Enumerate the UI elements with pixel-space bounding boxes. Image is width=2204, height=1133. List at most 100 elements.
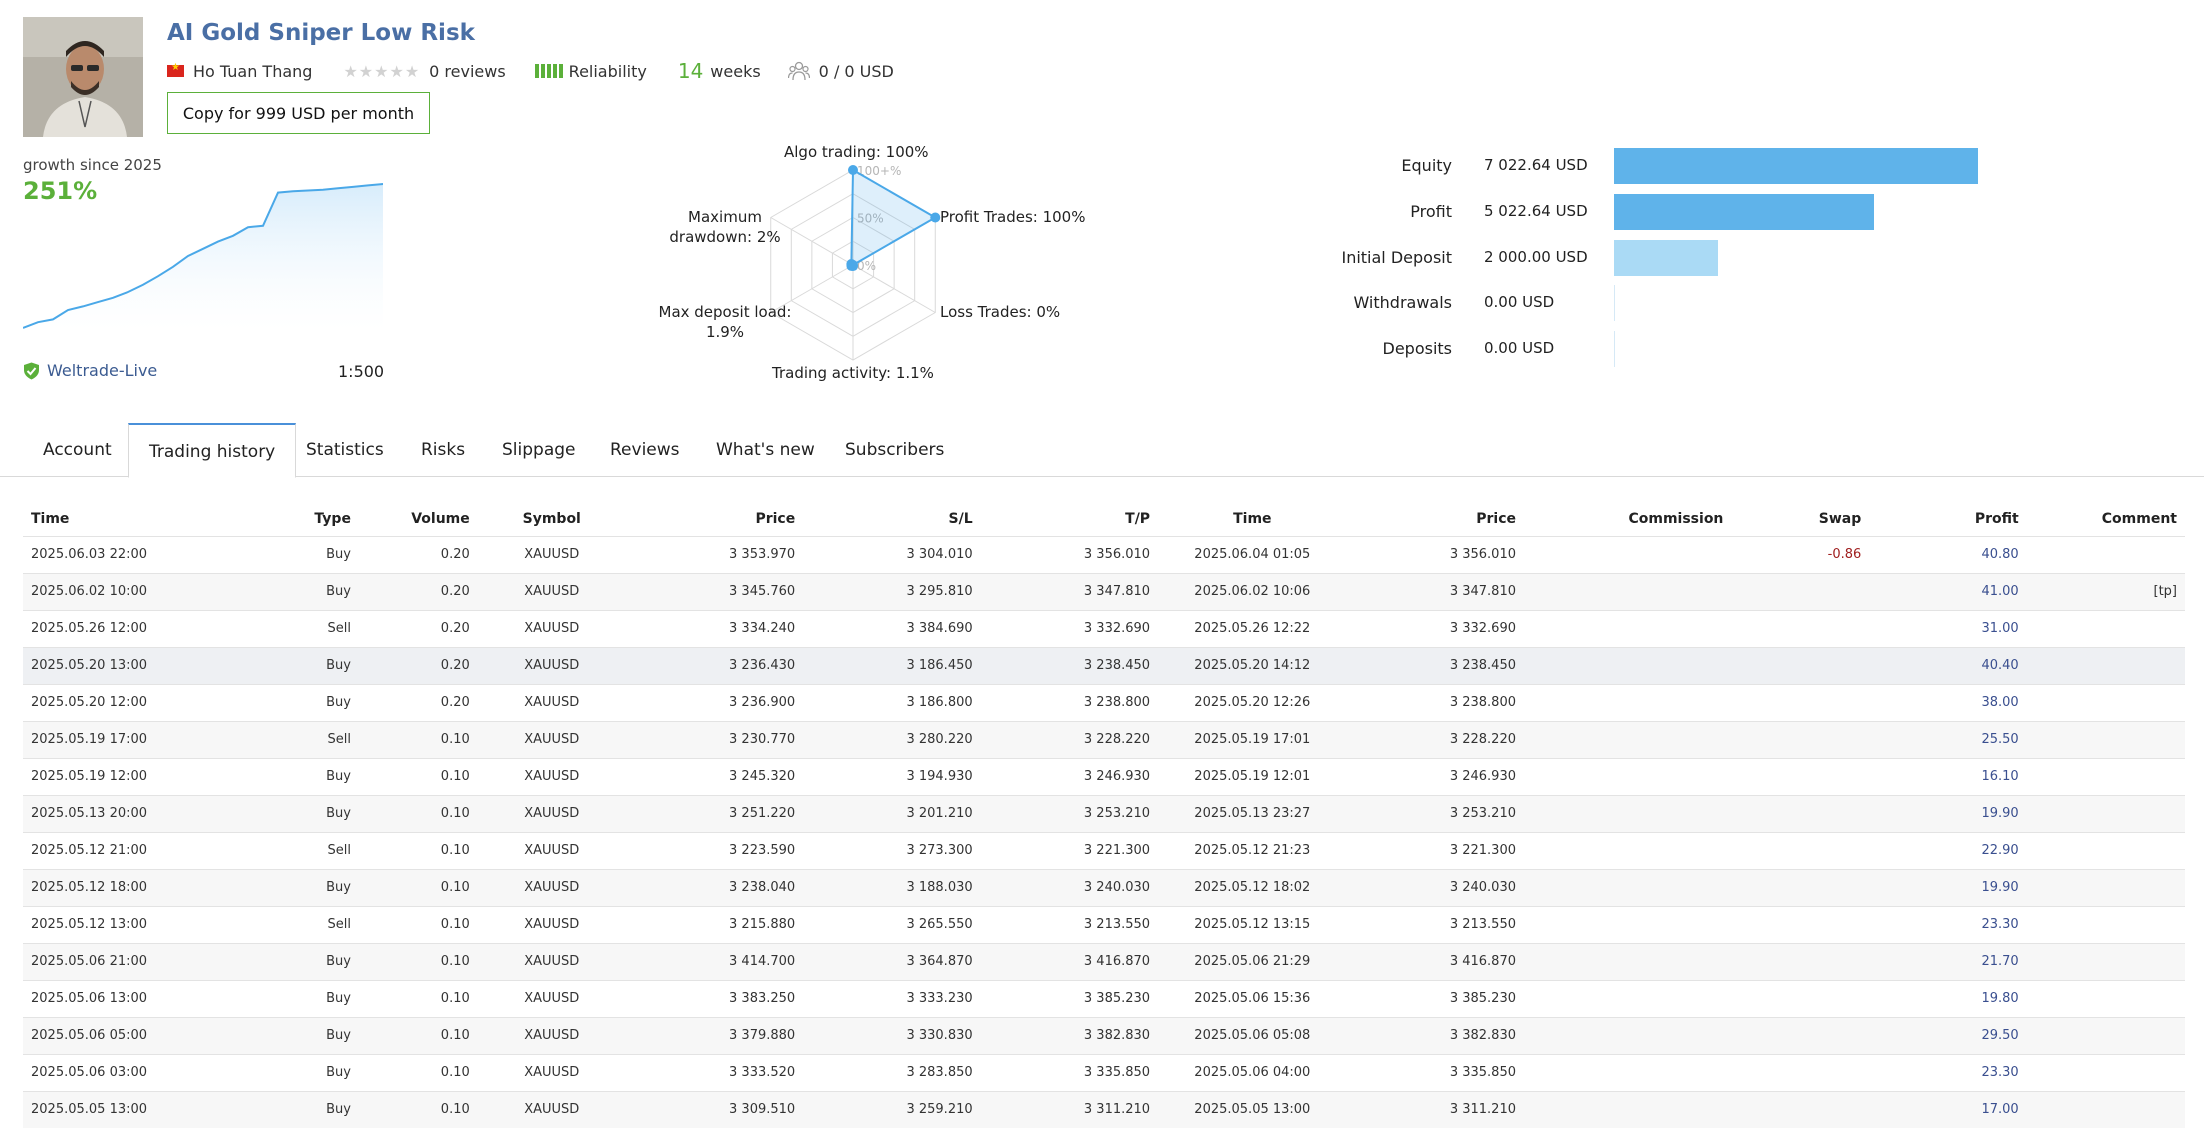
- table-cell: [1731, 720, 1870, 758]
- radar-label-algo: Algo trading: 100%: [784, 143, 929, 161]
- table-row[interactable]: 2025.05.20 13:00 Buy 0.20 XAUUSD 3 236.430 3 …: [23, 646, 2185, 684]
- signal-title[interactable]: AI Gold Sniper Low Risk: [167, 20, 475, 46]
- tab-trading-history[interactable]: Trading history: [128, 423, 297, 478]
- column-header[interactable]: Comment: [2027, 503, 2185, 536]
- table-cell: 23.30: [1869, 1053, 2027, 1091]
- table-cell: 3 379.880: [625, 1016, 804, 1054]
- column-header[interactable]: Price: [1347, 503, 1524, 536]
- table-cell: 25.50: [1869, 720, 2027, 758]
- tab-risks[interactable]: Risks: [401, 423, 485, 477]
- table-row[interactable]: 2025.05.06 21:00 Buy 0.10 XAUUSD 3 414.700 3 …: [23, 942, 2185, 980]
- growth-chart[interactable]: [23, 180, 383, 330]
- table-row[interactable]: 2025.05.06 13:00 Buy 0.10 XAUUSD 3 383.250 3 …: [23, 979, 2185, 1017]
- table-cell: [1731, 794, 1870, 832]
- tab-slippage[interactable]: Slippage: [482, 423, 596, 477]
- author-avatar[interactable]: [23, 17, 143, 137]
- radar-label-loss: Loss Trades: 0%: [940, 303, 1061, 321]
- table-cell: 0.10: [358, 979, 478, 1017]
- table-cell: 3 253.210: [980, 794, 1159, 832]
- table-row[interactable]: 2025.05.19 12:00 Buy 0.10 XAUUSD 3 245.320 3 …: [23, 757, 2185, 795]
- verified-shield-icon: [24, 362, 39, 379]
- table-row[interactable]: 2025.06.02 10:00 Buy 0.20 XAUUSD 3 345.760 3 …: [23, 572, 2185, 610]
- table-cell: [1731, 831, 1870, 869]
- column-header[interactable]: Volume: [359, 503, 478, 536]
- table-body: 2025.06.03 22:00 Buy 0.20 XAUUSD 3 353.970 3 …: [23, 535, 2185, 1128]
- table-row[interactable]: 2025.05.20 12:00 Buy 0.20 XAUUSD 3 236.900 3 …: [23, 683, 2185, 721]
- table-cell: 0.10: [358, 942, 478, 980]
- author-name[interactable]: Ho Tuan Thang: [193, 62, 312, 81]
- table-cell: 2025.05.12 13:00: [23, 905, 241, 943]
- table-row[interactable]: 2025.05.05 13:00 Buy 0.10 XAUUSD 3 309.510 3 …: [23, 1090, 2185, 1128]
- table-row[interactable]: 2025.05.12 13:00 Sell 0.10 XAUUSD 3 215.880 3…: [23, 905, 2185, 943]
- column-header[interactable]: T/P: [981, 503, 1158, 536]
- table-cell: Sell: [240, 609, 359, 647]
- table-cell: [2026, 905, 2185, 943]
- reviews-count[interactable]: 0 reviews: [429, 62, 506, 81]
- table-cell: 31.00: [1869, 609, 2027, 647]
- finance-row: Initial Deposit 2 000.00 USD: [1300, 240, 2000, 276]
- radar-label-deposit-load-line1: Max deposit load:: [658, 303, 792, 321]
- column-header[interactable]: Profit: [1869, 503, 2026, 536]
- weeks-label: weeks: [710, 61, 761, 81]
- column-header[interactable]: S/L: [803, 503, 980, 536]
- column-header[interactable]: Swap: [1731, 503, 1869, 536]
- table-cell: [2026, 683, 2185, 721]
- table-cell: 3 416.870: [980, 942, 1159, 980]
- table-cell: 3 311.210: [980, 1090, 1159, 1128]
- table-row[interactable]: 2025.05.19 17:00 Sell 0.10 XAUUSD 3 230.770 3…: [23, 720, 2185, 758]
- table-cell: [1524, 535, 1732, 573]
- tab-statistics[interactable]: Statistics: [286, 423, 404, 477]
- table-cell: [1524, 905, 1732, 943]
- table-cell: [2026, 942, 2185, 980]
- column-header[interactable]: Type: [241, 503, 359, 536]
- table-cell: 19.80: [1869, 979, 2027, 1017]
- table-cell: Buy: [240, 572, 359, 610]
- table-cell: XAUUSD: [477, 1090, 626, 1128]
- table-row[interactable]: 2025.05.12 21:00 Sell 0.10 XAUUSD 3 223.590 3…: [23, 831, 2185, 869]
- table-row[interactable]: 2025.05.13 20:00 Buy 0.10 XAUUSD 3 251.220 3 …: [23, 794, 2185, 832]
- column-header[interactable]: Time: [23, 503, 241, 536]
- tab-what-s-new[interactable]: What's new: [696, 423, 835, 477]
- table-cell: [1524, 979, 1732, 1017]
- table-cell: [1524, 794, 1732, 832]
- radar-label-deposit-load: Max deposit load: 1.9%: [632, 302, 818, 342]
- table-cell: 3 385.230: [1346, 979, 1524, 1017]
- table-row[interactable]: 2025.05.26 12:00 Sell 0.20 XAUUSD 3 334.240 3…: [23, 609, 2185, 647]
- column-header[interactable]: Time: [1158, 503, 1346, 536]
- column-header[interactable]: Symbol: [478, 503, 626, 536]
- table-cell: 2025.05.06 21:29: [1158, 942, 1347, 980]
- table-cell: 2025.05.12 21:00: [23, 831, 241, 869]
- table-cell: 2025.05.06 03:00: [23, 1053, 241, 1091]
- tab-account[interactable]: Account: [23, 423, 132, 477]
- finance-value: 5 022.64 USD: [1484, 202, 1588, 220]
- table-cell: 3 238.800: [980, 683, 1159, 721]
- table-cell: 3 414.700: [625, 942, 804, 980]
- column-header[interactable]: Price: [626, 503, 803, 536]
- table-cell: Buy: [240, 942, 359, 980]
- table-cell: 0.10: [358, 831, 478, 869]
- table-cell: XAUUSD: [477, 905, 626, 943]
- table-row[interactable]: 2025.05.12 18:00 Buy 0.10 XAUUSD 3 238.040 3 …: [23, 868, 2185, 906]
- copy-signal-button[interactable]: Copy for 999 USD per month: [167, 92, 430, 134]
- table-row[interactable]: 2025.06.03 22:00 Buy 0.20 XAUUSD 3 353.970 3 …: [23, 535, 2185, 573]
- table-cell: 2025.06.03 22:00: [23, 535, 241, 573]
- table-cell: [1731, 942, 1870, 980]
- weeks-count: 14: [677, 59, 704, 83]
- table-cell: 2025.05.19 17:00: [23, 720, 241, 758]
- finance-bar: [1614, 240, 1718, 276]
- table-row[interactable]: 2025.05.06 05:00 Buy 0.10 XAUUSD 3 379.880 3 …: [23, 1016, 2185, 1054]
- table-cell: Buy: [240, 1090, 359, 1128]
- table-cell: [2026, 646, 2185, 684]
- finance-label: Initial Deposit: [1341, 248, 1452, 267]
- signal-meta: Ho Tuan Thang ★★★★★ 0 reviews Reliabilit…: [167, 58, 894, 84]
- table-cell: [1731, 1053, 1870, 1091]
- broker-link[interactable]: Weltrade-Live: [23, 361, 157, 380]
- column-header[interactable]: Commission: [1524, 503, 1731, 536]
- broker-name[interactable]: Weltrade-Live: [47, 361, 157, 380]
- table-cell: XAUUSD: [477, 683, 626, 721]
- table-cell: [1731, 609, 1870, 647]
- tab-reviews[interactable]: Reviews: [590, 423, 700, 477]
- table-row[interactable]: 2025.05.06 03:00 Buy 0.10 XAUUSD 3 333.520 3 …: [23, 1053, 2185, 1091]
- tab-subscribers[interactable]: Subscribers: [825, 423, 964, 477]
- table-cell: 19.90: [1869, 868, 2027, 906]
